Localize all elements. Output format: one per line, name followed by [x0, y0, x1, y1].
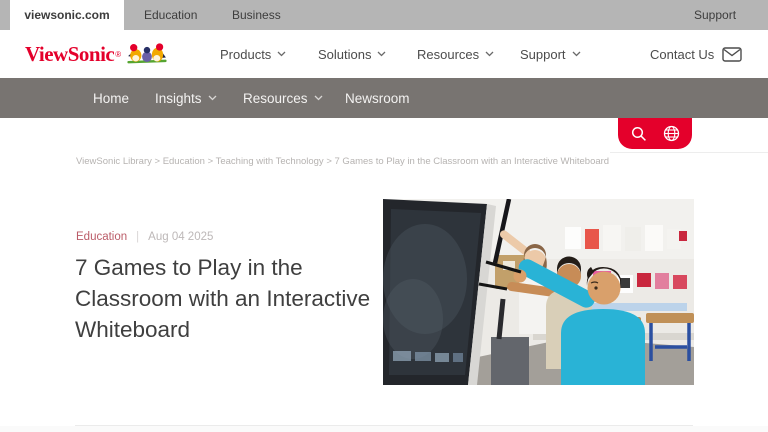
- category-link[interactable]: Education: [76, 231, 127, 243]
- chevron-down-icon: [572, 51, 581, 57]
- subnav-resources-label: Resources: [243, 91, 308, 106]
- header-shadow-line: [610, 152, 768, 153]
- search-language-box: [618, 118, 692, 149]
- nav-support-label: Support: [520, 47, 566, 62]
- subnav-newsroom-label: Newsroom: [345, 91, 410, 106]
- nav-solutions-label: Solutions: [318, 47, 371, 62]
- article-meta: Education | Aug 04 2025: [76, 231, 213, 243]
- globe-icon: [663, 125, 680, 142]
- subnav-newsroom[interactable]: Newsroom: [345, 78, 410, 118]
- top-utility-bar: viewsonic.com Education Business Support: [0, 0, 768, 30]
- registered-mark: ®: [115, 50, 121, 59]
- subnav-resources[interactable]: Resources: [243, 78, 323, 118]
- nav-solutions[interactable]: Solutions: [318, 30, 386, 78]
- nav-products[interactable]: Products: [220, 30, 286, 78]
- next-section-edge: [0, 426, 768, 432]
- search-button[interactable]: [631, 126, 647, 142]
- chevron-down-icon: [377, 51, 386, 57]
- viewsonic-library-page: viewsonic.com Education Business Support…: [0, 0, 768, 432]
- publish-date: Aug 04 2025: [148, 231, 213, 243]
- language-button[interactable]: [663, 125, 680, 142]
- three-birds-logo-icon: [126, 40, 168, 68]
- tab-viewsonic-com[interactable]: viewsonic.com: [10, 0, 124, 30]
- hero-image: [383, 199, 694, 385]
- subnav-insights-label: Insights: [155, 91, 202, 106]
- library-subnav: Home Insights Resources Newsroom: [0, 78, 768, 118]
- nav-support[interactable]: Support: [520, 30, 581, 78]
- viewsonic-logo-text: ViewSonic: [25, 42, 114, 67]
- tab-education[interactable]: Education: [144, 0, 197, 30]
- tab-business[interactable]: Business: [232, 0, 281, 30]
- chevron-down-icon: [277, 51, 286, 57]
- meta-divider: |: [136, 231, 139, 243]
- contact-us-label: Contact Us: [650, 47, 714, 62]
- nav-products-label: Products: [220, 47, 271, 62]
- topbar-support-link[interactable]: Support: [694, 0, 736, 30]
- subnav-insights[interactable]: Insights: [155, 78, 217, 118]
- chevron-down-icon: [208, 95, 217, 101]
- breadcrumb[interactable]: ViewSonic Library > Education > Teaching…: [76, 156, 609, 167]
- nav-resources[interactable]: Resources: [417, 30, 494, 78]
- main-header: ViewSonic® Products Solutions: [0, 30, 768, 78]
- viewsonic-logo[interactable]: ViewSonic®: [25, 40, 168, 68]
- tab-viewsonic-com-label: viewsonic.com: [24, 8, 109, 22]
- classroom-photo-illustration: [383, 199, 694, 385]
- chevron-down-icon: [485, 51, 494, 57]
- page-title: 7 Games to Play in the Classroom with an…: [75, 252, 407, 345]
- subnav-home[interactable]: Home: [93, 78, 129, 118]
- subnav-home-label: Home: [93, 91, 129, 106]
- chevron-down-icon: [314, 95, 323, 101]
- search-icon: [631, 126, 647, 142]
- envelope-icon: [722, 47, 742, 62]
- nav-resources-label: Resources: [417, 47, 479, 62]
- contact-us-link[interactable]: Contact Us: [650, 30, 742, 78]
